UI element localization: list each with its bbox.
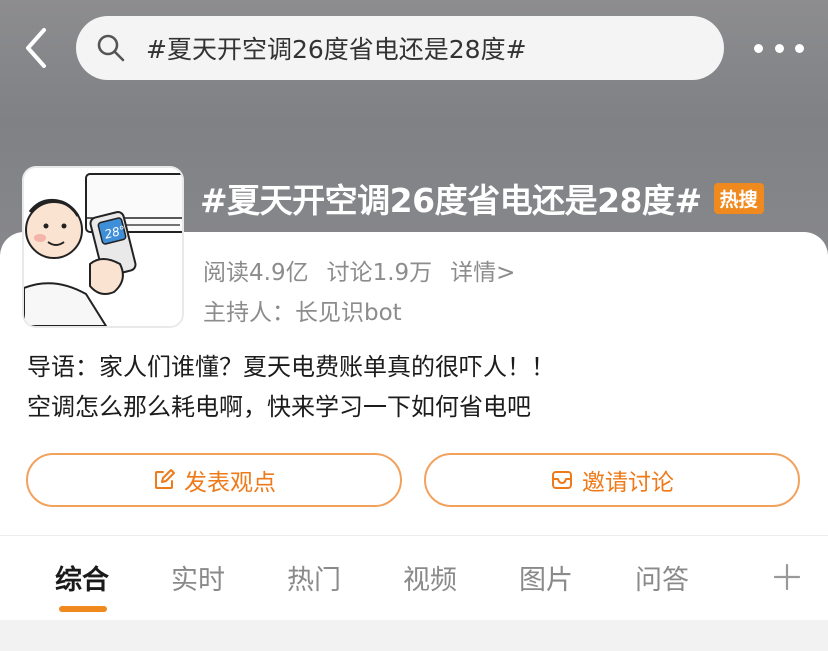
topic-title: #夏天开空调26度省电还是28度# (200, 181, 702, 220)
tab-images[interactable]: 图片 (519, 558, 573, 597)
discussion-count: 讨论1.9万 (326, 260, 433, 286)
active-tab-indicator (59, 606, 107, 612)
hot-search-badge: 热搜 (713, 182, 764, 214)
topic-title-row: #夏天开空调26度省电还是28度# 热搜 (200, 176, 764, 220)
mail-icon (552, 471, 572, 489)
tab-qa[interactable]: 问答 (635, 558, 689, 597)
details-link[interactable]: 详情> (450, 253, 515, 287)
tab-hot[interactable]: 热门 (287, 558, 341, 597)
post-opinion-button[interactable]: 发表观点 (26, 453, 402, 507)
search-query-text: #夏天开空调26度省电还是28度# (146, 35, 527, 64)
topic-thumbnail[interactable]: 28° (24, 168, 182, 326)
content-tabs: 综合 实时 热门 视频 图片 问答 (0, 536, 828, 620)
tab-video[interactable]: 视频 (403, 558, 457, 597)
topic-host[interactable]: 主持人：长见识bot (203, 293, 402, 327)
topic-intro: 导语：家人们谁懂？夏天电费账单真的很吓人！！ 空调怎么那么耗电啊，快来学习一下如… (27, 347, 807, 427)
tab-realtime[interactable]: 实时 (171, 558, 225, 597)
invite-discussion-button[interactable]: 邀请讨论 (424, 453, 800, 507)
search-icon (97, 34, 125, 62)
feed-background-strip (0, 620, 828, 651)
more-options-button[interactable] (754, 38, 804, 58)
post-opinion-label: 发表观点 (184, 470, 276, 496)
back-button[interactable] (16, 24, 60, 72)
tab-comprehensive[interactable]: 综合 (55, 558, 109, 597)
intro-line-2: 空调怎么那么耗电啊，快来学习一下如何省电吧 (27, 393, 531, 421)
intro-line-1: 导语：家人们谁懂？夏天电费账单真的很吓人！！ (27, 353, 555, 381)
plus-icon[interactable] (772, 562, 802, 592)
more-dots-icon (754, 43, 763, 53)
invite-discussion-label: 邀请讨论 (582, 470, 674, 496)
edit-icon (155, 469, 175, 489)
read-count: 阅读4.9亿 (203, 260, 309, 286)
air-conditioner-remote-illustration: 28° (24, 168, 182, 326)
search-bar[interactable]: #夏天开空调26度省电还是28度# (76, 16, 724, 80)
chevron-left-icon (26, 28, 46, 68)
topic-stats: 阅读4.9亿 讨论1.9万 详情> (203, 253, 515, 287)
